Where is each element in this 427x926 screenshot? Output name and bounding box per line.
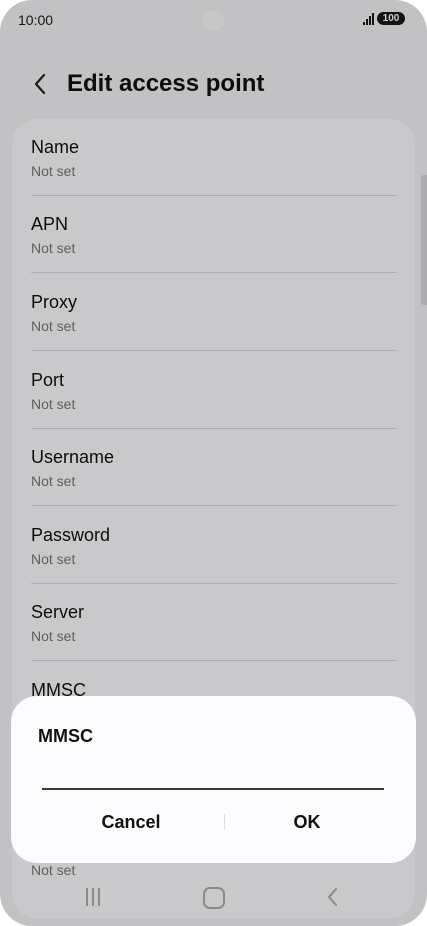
ok-button[interactable]: OK	[217, 806, 397, 838]
dialog-title: MMSC	[38, 726, 93, 746]
mmsc-dialog: MMSC Cancel OK	[11, 696, 416, 863]
home-icon[interactable]	[203, 887, 225, 909]
navigation-bar	[0, 876, 427, 920]
cancel-button[interactable]: Cancel	[41, 806, 221, 838]
recent-apps-icon[interactable]	[86, 888, 100, 906]
phone-screen: 10:00 100 Edit access point Name Not set	[0, 0, 427, 926]
back-nav-icon[interactable]	[325, 886, 339, 913]
mmsc-input[interactable]	[42, 758, 384, 790]
